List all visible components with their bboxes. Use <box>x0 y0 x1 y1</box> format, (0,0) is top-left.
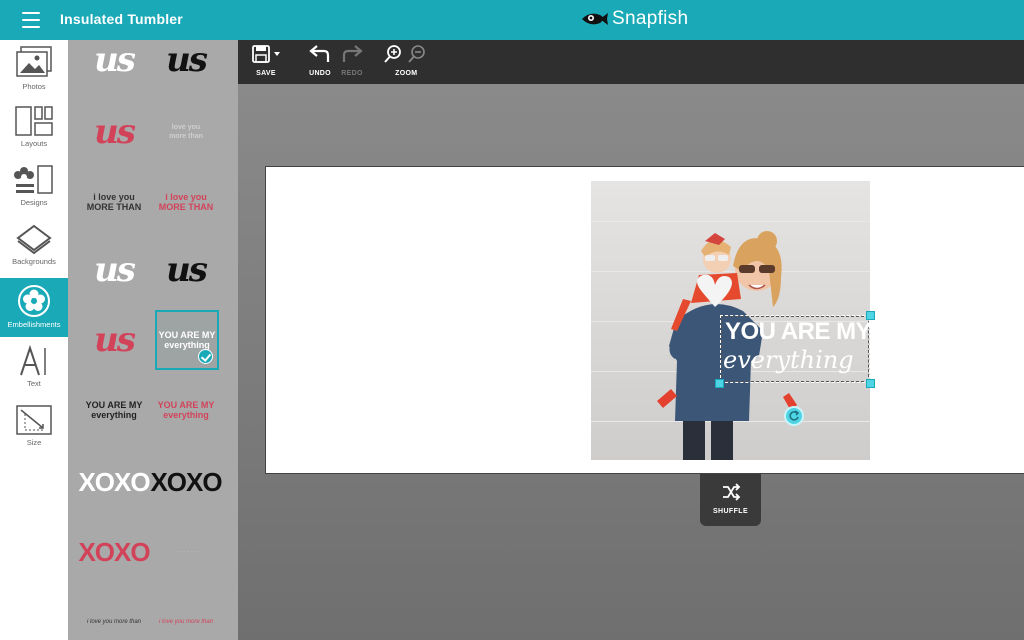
embellishments-panel: us us us love you more than i love you M… <box>68 40 238 640</box>
redo-button[interactable]: REDO <box>340 45 364 77</box>
embellishment-us-white-2[interactable]: us <box>82 240 146 300</box>
layouts-icon <box>15 106 53 136</box>
rotate-handle-icon[interactable] <box>784 406 804 426</box>
embellishment-label: love you more than <box>169 124 203 140</box>
overlay-line-1: YOU ARE MY <box>725 318 872 345</box>
embellishment-label: XOXO <box>150 466 222 497</box>
rail-item-embellishments[interactable]: Embellishments <box>0 278 68 337</box>
brand-name: Snapfish <box>612 8 689 29</box>
rail-label-text: Text <box>27 379 41 388</box>
designs-icon <box>14 165 53 194</box>
fish-logo-icon <box>582 13 608 25</box>
brand-logo[interactable]: Snapfish <box>578 8 688 30</box>
embellishment-label: i love you MORE THAN <box>158 192 214 212</box>
zoom-label: ZOOM <box>395 70 418 77</box>
undo-button[interactable]: UNDO <box>308 45 332 77</box>
embellishment-label: i love you more than <box>86 619 142 625</box>
backgrounds-icon <box>16 224 52 255</box>
embellishment-you-are-my-everything-black[interactable]: YOU ARE MY everything <box>82 380 146 440</box>
rail-label-photos: Photos <box>22 82 46 91</box>
embellishment-us-white[interactable]: us <box>82 40 146 90</box>
embellishment-label: us <box>94 250 136 290</box>
product-title: Insulated Tumbler <box>60 11 183 27</box>
tool-rail: Photos Layouts Designs Backgrounds Embel… <box>0 40 68 640</box>
top-bar: Insulated Tumbler Snapfish <box>0 0 1024 40</box>
embellishment-us-black-2[interactable]: us <box>154 240 218 300</box>
overlay-line-2: everything <box>723 346 854 374</box>
resize-handle-top-right[interactable] <box>866 311 875 320</box>
photos-icon <box>16 46 52 77</box>
selected-check-icon <box>198 349 213 364</box>
embellishment-label: XOXO <box>78 466 150 497</box>
embellishment-you-are-my-everything-white[interactable]: YOU ARE MY everything <box>155 310 219 370</box>
embellishment-label: us <box>94 320 136 360</box>
embellishment-label: · · · · · · · · <box>172 549 200 555</box>
rail-item-photos[interactable]: Photos <box>0 40 68 99</box>
rail-item-backgrounds[interactable]: Backgrounds <box>0 217 68 276</box>
save-disk-icon <box>252 45 280 63</box>
save-button[interactable]: SAVE <box>250 45 282 77</box>
zoom-in-icon[interactable] <box>384 45 404 63</box>
rotate-arrow-icon <box>789 410 800 421</box>
embellishment-us-pink-2[interactable]: us <box>82 310 146 370</box>
shuffle-icon <box>722 483 740 501</box>
hamburger-menu-icon[interactable] <box>22 12 40 28</box>
rail-item-layouts[interactable]: Layouts <box>0 99 68 158</box>
rail-item-size[interactable]: Size <box>0 398 68 457</box>
embellishment-you-are-my-everything-pink[interactable]: YOU ARE MY everything <box>154 380 218 440</box>
embellishment-xoxo-white[interactable]: XOXO <box>78 452 150 512</box>
embellishment-us-black[interactable]: us <box>154 40 218 90</box>
redo-label: REDO <box>341 70 363 77</box>
rail-item-text[interactable]: Text <box>0 339 68 398</box>
embellishment-xoxo-pink[interactable]: XOXO <box>78 522 150 582</box>
resize-handle-bottom-left[interactable] <box>715 379 724 388</box>
rail-label-designs: Designs <box>20 198 48 207</box>
embellishment-label: YOU ARE MY everything <box>158 330 216 350</box>
embellishment-love-more-line-pink[interactable]: i love you more than <box>154 592 218 640</box>
embellishment-love-more-pink[interactable]: i love you MORE THAN <box>154 172 218 232</box>
embellishment-label: us <box>94 112 136 152</box>
shuffle-button[interactable]: SHUFFLE <box>700 474 761 526</box>
embellishment-label: us <box>166 250 208 290</box>
rail-label-backgrounds: Backgrounds <box>12 257 56 266</box>
embellishment-love-more-black[interactable]: i love you MORE THAN <box>82 172 146 232</box>
shuffle-label: SHUFFLE <box>712 508 749 515</box>
redo-arrow-icon <box>342 45 363 62</box>
rail-label-embellishments: Embellishments <box>7 320 61 329</box>
undo-arrow-icon <box>309 45 330 62</box>
embellishment-label: XOXO <box>78 536 150 567</box>
rail-label-size: Size <box>26 438 42 447</box>
embellishment-label: us <box>94 40 136 80</box>
zoom-out-icon[interactable] <box>408 45 428 63</box>
zoom-control[interactable]: ZOOM <box>384 45 428 77</box>
size-icon <box>16 405 52 435</box>
selected-embellishment-text[interactable]: YOU ARE MY everything <box>720 315 872 383</box>
embellishment-us-pink[interactable]: us <box>82 102 146 162</box>
text-icon <box>20 345 46 376</box>
embellishment-love-more-white[interactable]: love you more than <box>154 102 218 162</box>
embellishment-label: YOU ARE MY everything <box>157 400 215 420</box>
embellishment-label: i love you MORE THAN <box>86 192 142 212</box>
embellishment-label: YOU ARE MY everything <box>85 400 143 420</box>
rail-item-designs[interactable]: Designs <box>0 158 68 217</box>
flower-icon <box>18 285 50 317</box>
embellishment-dots-white[interactable]: · · · · · · · · <box>154 522 218 582</box>
undo-label: UNDO <box>309 70 331 77</box>
editor-toolbar: SAVE UNDO REDO ZOOM <box>238 40 1024 84</box>
embellishment-label: i love you more than <box>158 619 214 625</box>
embellishment-xoxo-black[interactable]: XOXO <box>150 452 222 512</box>
resize-handle-bottom-right[interactable] <box>866 379 875 388</box>
rail-label-layouts: Layouts <box>20 139 48 148</box>
embellishment-label: us <box>166 40 208 80</box>
save-label: SAVE <box>256 70 276 77</box>
embellishment-love-more-line-black[interactable]: i love you more than <box>82 592 146 640</box>
